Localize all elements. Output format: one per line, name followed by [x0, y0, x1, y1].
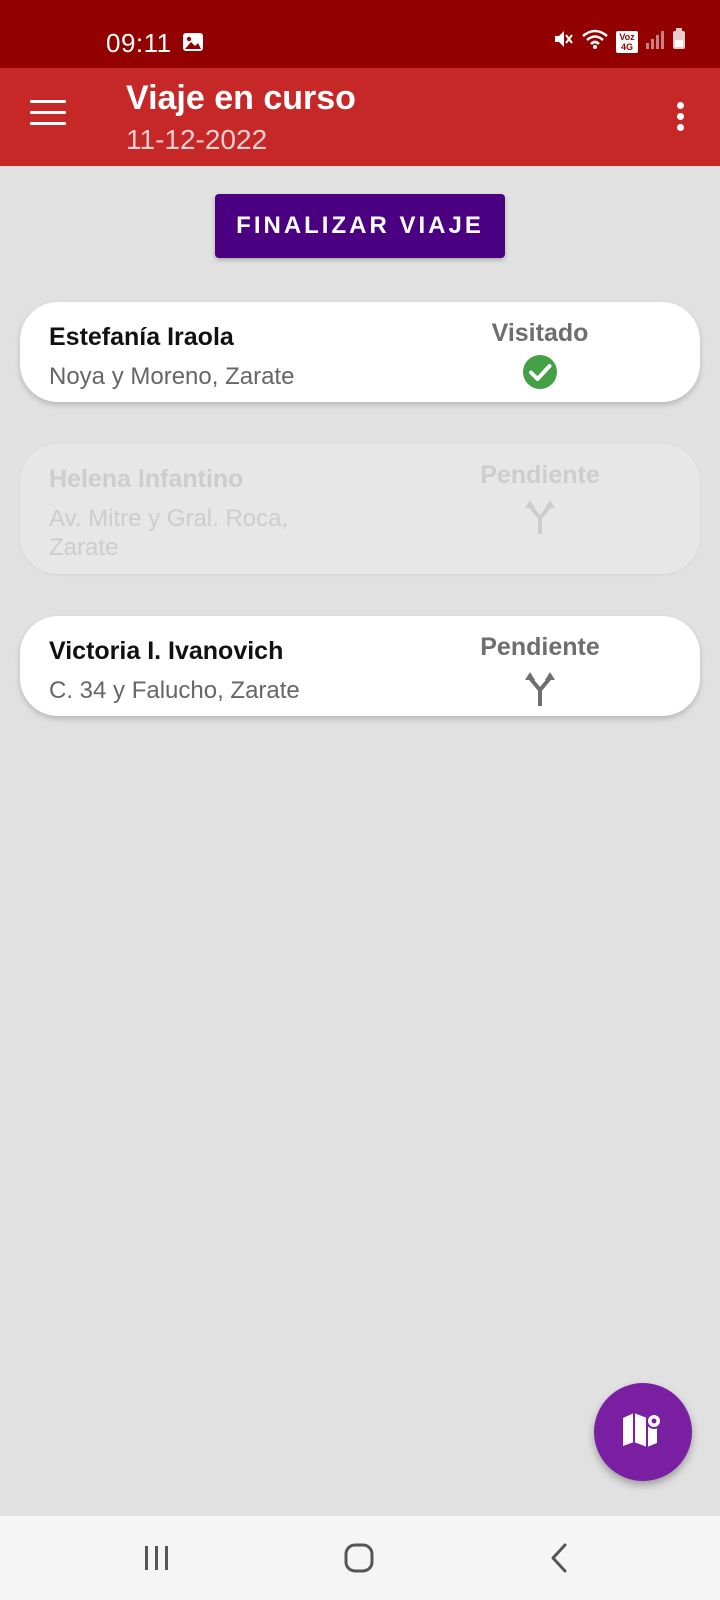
check-circle-icon [522, 354, 558, 390]
stop-name: Victoria I. Ivanovich [49, 637, 284, 665]
system-nav-bar [0, 1516, 720, 1600]
stop-name: Helena Infantino [49, 465, 244, 493]
stop-card: Helena Infantino Av. Mitre y Gral. Roca,… [20, 444, 700, 574]
map-icon [621, 1410, 665, 1455]
map-fab-button[interactable] [594, 1383, 692, 1481]
route-fork-icon[interactable] [522, 668, 558, 706]
stop-status: Visitado [491, 319, 589, 347]
status-bar: 09:11 Voz 4G [0, 0, 720, 68]
gallery-icon [182, 32, 204, 57]
stop-address: Noya y Moreno, Zarate [49, 363, 295, 390]
page-title: Viaje en curso [126, 79, 356, 117]
stop-card[interactable]: Estefanía Iraola Noya y Moreno, Zarate V… [20, 302, 700, 402]
app-bar: Viaje en curso 11-12-2022 [0, 68, 720, 166]
stop-address: C. 34 y Falucho, Zarate [49, 677, 300, 704]
recent-apps-icon[interactable] [132, 1536, 182, 1580]
hamburger-menu-icon[interactable] [30, 100, 66, 130]
signal-icon [645, 28, 665, 55]
home-icon[interactable] [334, 1536, 384, 1580]
battery-icon [672, 28, 686, 55]
more-vert-icon[interactable] [670, 102, 690, 136]
status-time: 09:11 [106, 28, 172, 58]
stop-status: Pendiente [480, 633, 600, 661]
back-icon[interactable] [535, 1536, 585, 1580]
wifi-icon [581, 28, 609, 55]
finalize-trip-button[interactable]: FINALIZAR VIAJE [215, 194, 505, 258]
route-fork-icon [522, 496, 558, 534]
status-icons: Voz 4G [552, 28, 686, 55]
stop-card[interactable]: Victoria I. Ivanovich C. 34 y Falucho, Z… [20, 616, 700, 716]
stop-status: Pendiente [480, 461, 600, 489]
mute-icon [552, 28, 574, 55]
stop-address: Av. Mitre y Gral. Roca, Zarate [49, 505, 289, 561]
network-type-label: Voz 4G [616, 30, 638, 53]
stop-name: Estefanía Iraola [49, 323, 234, 351]
trip-date: 11-12-2022 [126, 124, 268, 155]
